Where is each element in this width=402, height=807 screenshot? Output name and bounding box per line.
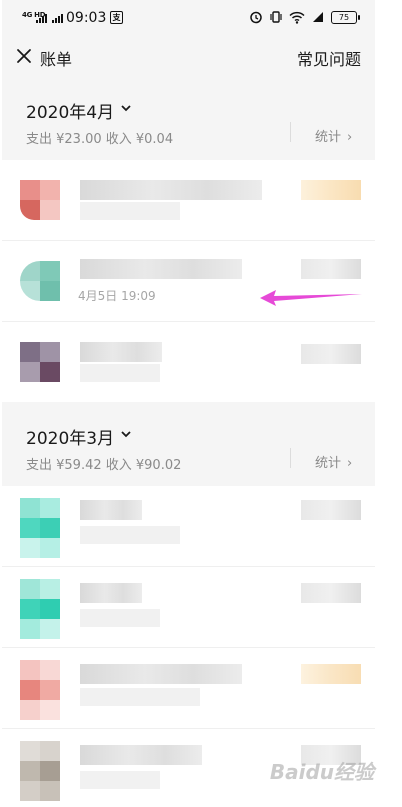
stats-label: 统计	[315, 130, 342, 145]
alarm-icon	[250, 11, 262, 24]
transaction-row[interactable]: 4月5日 19:09	[2, 241, 375, 322]
detail-redacted	[80, 202, 180, 220]
chevron-right-icon: ›	[347, 130, 353, 145]
month-selector[interactable]: 2020年4月	[26, 98, 114, 123]
signal-strength-icon	[313, 12, 323, 22]
month-summary: 支出 ¥23.00 收入 ¥0.04	[26, 132, 174, 147]
transaction-row[interactable]	[2, 322, 375, 402]
amount-redacted	[301, 344, 361, 364]
merchant-name-redacted	[80, 342, 162, 362]
merchant-name-redacted	[80, 180, 262, 200]
bill-screen: 4G HD 09:03 支 75 账单 常见问题 2020年4月 支出 ¥23.…	[2, 0, 375, 807]
wifi-icon	[289, 11, 305, 24]
amount-redacted	[301, 259, 361, 279]
status-bar: 4G HD 09:03 支 75	[2, 0, 375, 36]
signal-bars-icon	[52, 12, 63, 23]
month-summary: 支出 ¥59.42 收入 ¥90.02	[26, 458, 182, 473]
app-notification-icon: 支	[110, 11, 123, 24]
amount-redacted	[301, 180, 361, 200]
month-header: 2020年4月 支出 ¥23.00 收入 ¥0.04 统计 ›	[2, 88, 375, 170]
transaction-row[interactable]	[2, 648, 375, 729]
nav-bar: 账单 常见问题	[2, 36, 375, 78]
amount-redacted	[301, 500, 361, 520]
page-title: 账单	[40, 50, 73, 69]
detail-redacted	[80, 688, 200, 706]
transaction-row[interactable]	[2, 160, 375, 241]
detail-redacted	[80, 526, 180, 544]
merchant-avatar-icon	[20, 660, 60, 720]
month-selector[interactable]: 2020年3月	[26, 424, 114, 449]
merchant-avatar-icon	[20, 741, 60, 801]
faq-link[interactable]: 常见问题	[297, 46, 361, 70]
merchant-avatar-icon	[20, 342, 60, 382]
close-icon[interactable]	[12, 44, 36, 68]
merchant-name-redacted	[80, 664, 242, 684]
chevron-down-icon[interactable]	[120, 102, 132, 114]
amount-redacted	[301, 583, 361, 603]
stats-link[interactable]: 统计 ›	[315, 126, 352, 145]
status-time: 09:03	[66, 10, 107, 26]
annotation-arrow-icon	[260, 290, 362, 306]
detail-redacted	[80, 364, 160, 382]
divider	[290, 448, 291, 468]
divider	[290, 122, 291, 142]
amount-redacted	[301, 664, 361, 684]
merchant-name-redacted	[80, 259, 242, 279]
chevron-down-icon[interactable]	[120, 428, 132, 440]
merchant-name-redacted	[80, 500, 142, 520]
transaction-row[interactable]	[2, 486, 375, 567]
detail-redacted	[80, 609, 160, 627]
month-header: 2020年3月 支出 ¥59.42 收入 ¥90.02 统计 ›	[2, 414, 375, 496]
merchant-name-redacted	[80, 745, 202, 765]
transaction-list: 4月5日 19:09	[2, 160, 375, 402]
detail-redacted	[80, 771, 160, 789]
signal-bars-icon	[36, 12, 47, 23]
merchant-avatar-icon	[20, 579, 60, 639]
merchant-name-redacted	[80, 583, 142, 603]
transaction-row[interactable]	[2, 567, 375, 648]
watermark-logo: Baidu经验	[269, 760, 374, 784]
battery-indicator: 75	[331, 10, 360, 24]
merchant-avatar-icon	[20, 180, 60, 220]
vibrate-icon	[270, 11, 282, 23]
transaction-date: 4月5日 19:09	[78, 289, 156, 303]
merchant-avatar-icon	[20, 498, 60, 558]
stats-link[interactable]: 统计 ›	[315, 452, 352, 471]
stats-label: 统计	[315, 456, 342, 471]
chevron-right-icon: ›	[347, 456, 353, 471]
merchant-avatar-icon	[20, 261, 60, 301]
